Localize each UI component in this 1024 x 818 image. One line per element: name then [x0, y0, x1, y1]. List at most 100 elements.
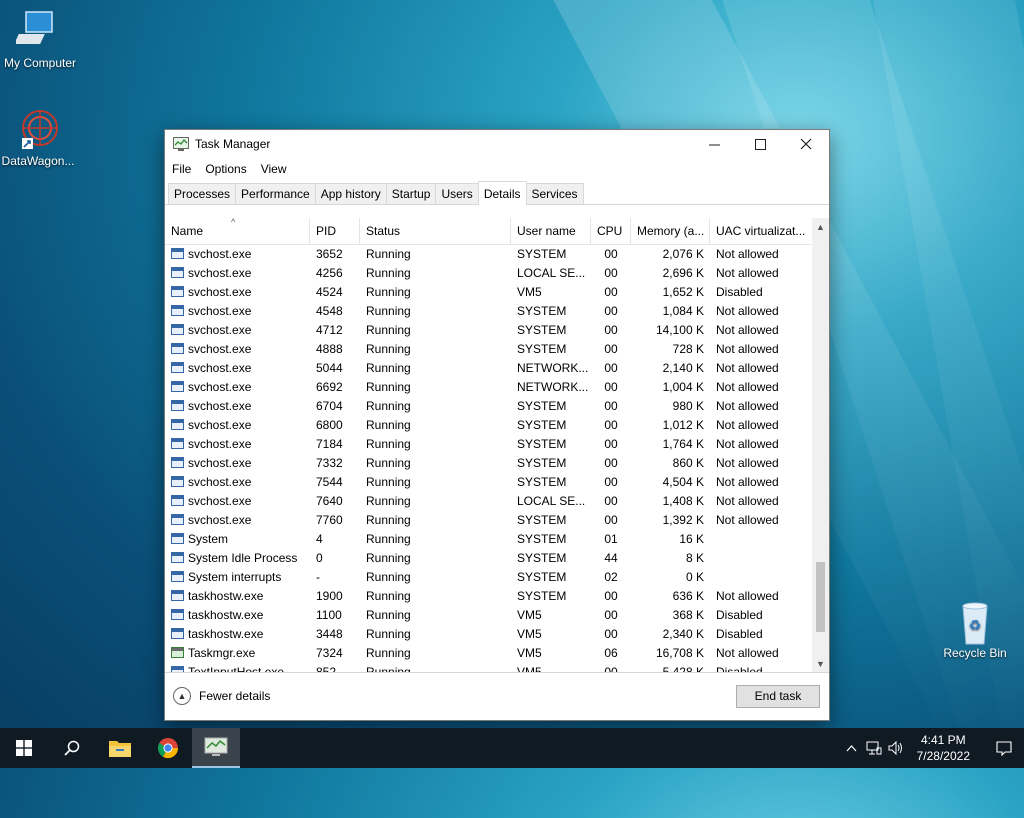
system-tray: 4:41 PM 7/28/2022 — [841, 728, 1024, 768]
notifications-button[interactable] — [984, 728, 1024, 768]
table-row[interactable]: System 4 Running SYSTEM 01 16 K — [165, 529, 811, 548]
maximize-button[interactable] — [737, 130, 783, 158]
tab-app-history[interactable]: App history — [314, 183, 387, 204]
taskbar-clock[interactable]: 4:41 PM 7/28/2022 — [917, 732, 970, 764]
cell-uac: Not allowed — [716, 493, 779, 508]
cell-name: svchost.exe — [165, 380, 310, 394]
tab-users[interactable]: Users — [435, 183, 479, 204]
minimize-button[interactable] — [691, 130, 737, 158]
table-row[interactable]: svchost.exe 7760 Running SYSTEM 00 1,392 K Not… — [165, 510, 811, 529]
scrollbar-thumb[interactable] — [816, 562, 825, 632]
cell-cpu: 02 — [604, 569, 618, 584]
search-button[interactable] — [48, 728, 96, 768]
cell-pid: 3448 — [316, 626, 343, 641]
scroll-down-icon[interactable]: ▼ — [812, 655, 829, 672]
column-header-pid[interactable]: PID — [310, 218, 360, 244]
cell-user-name: SYSTEM — [517, 474, 567, 489]
start-button[interactable] — [0, 728, 48, 768]
cell-pid: 7760 — [316, 512, 343, 527]
table-row[interactable]: svchost.exe 7640 Running LOCAL SE... 00 1,408… — [165, 491, 811, 510]
cell-name: svchost.exe — [165, 342, 310, 356]
chrome-button[interactable] — [144, 728, 192, 768]
cell-cpu: 00 — [604, 436, 618, 451]
cell-user-name: NETWORK... — [517, 360, 589, 375]
column-header-user-name[interactable]: User name — [511, 218, 591, 244]
desktop-icon-datawagon[interactable]: DataWagon... — [0, 108, 78, 168]
tab-services[interactable]: Services — [525, 183, 584, 204]
cell-pid: 7640 — [316, 493, 343, 508]
tab-performance[interactable]: Performance — [235, 183, 316, 204]
cell-uac: Disabled — [716, 284, 763, 299]
table-row[interactable]: svchost.exe 4524 Running VM5 00 1,652 K Disabl… — [165, 282, 811, 301]
end-task-button[interactable]: End task — [736, 684, 820, 708]
cell-memory: 14,100 K — [655, 322, 704, 337]
table-row[interactable]: svchost.exe 4712 Running SYSTEM 00 14,100 K No… — [165, 320, 811, 339]
table-row[interactable]: svchost.exe 6692 Running NETWORK... 00 1,004 … — [165, 377, 811, 396]
process-icon — [171, 304, 184, 316]
chevron-up-icon[interactable] — [841, 728, 863, 768]
table-row[interactable]: svchost.exe 7332 Running SYSTEM 00 860 K Not a… — [165, 453, 811, 472]
fewer-details-button[interactable]: ▲ Fewer details — [173, 687, 270, 705]
cell-memory: 1,408 K — [662, 493, 704, 508]
cell-memory: 16,708 K — [655, 645, 704, 660]
tab-startup[interactable]: Startup — [385, 183, 437, 204]
process-icon — [171, 475, 184, 487]
desktop-icon-my-computer[interactable]: My Computer — [0, 10, 80, 70]
desktop-icon-recycle-bin[interactable]: ♻ Recycle Bin — [935, 600, 1015, 660]
title-bar[interactable]: Task Manager — [165, 130, 829, 158]
cell-pid: 4888 — [316, 341, 343, 356]
table-row[interactable]: svchost.exe 7544 Running SYSTEM 00 4,504 K Not… — [165, 472, 811, 491]
cell-user-name: SYSTEM — [517, 455, 567, 470]
cell-uac: Not allowed — [716, 474, 779, 489]
table-row[interactable]: taskhostw.exe 1900 Running SYSTEM 00 636 K Not… — [165, 586, 811, 605]
column-header-memory[interactable]: Memory (a... — [631, 218, 710, 244]
table-row[interactable]: svchost.exe 6800 Running SYSTEM 00 1,012 K Not… — [165, 415, 811, 434]
vertical-scrollbar[interactable]: ▲ ▼ — [812, 218, 829, 672]
tab-details[interactable]: Details — [477, 181, 527, 205]
table-row[interactable]: svchost.exe 6704 Running SYSTEM 00 980 K Not a… — [165, 396, 811, 415]
column-header-name[interactable]: ^ Name — [165, 218, 310, 244]
cell-cpu: 00 — [604, 341, 618, 356]
column-header-cpu[interactable]: CPU — [591, 218, 631, 244]
cell-status: Running — [366, 284, 411, 299]
cell-pid: 4524 — [316, 284, 343, 299]
table-row[interactable]: System interrupts - Running SYSTEM 02 0 K — [165, 567, 811, 586]
cell-status: Running — [366, 512, 411, 527]
table-row[interactable]: svchost.exe 7184 Running SYSTEM 00 1,764 K Not… — [165, 434, 811, 453]
cell-uac: Not allowed — [716, 512, 779, 527]
datawagon-icon — [14, 108, 62, 152]
cell-status: Running — [366, 341, 411, 356]
table-row[interactable]: System Idle Process 0 Running SYSTEM 44 8 K — [165, 548, 811, 567]
table-row[interactable]: svchost.exe 3652 Running SYSTEM 00 2,076 K Not… — [165, 244, 811, 263]
table-row[interactable]: taskhostw.exe 3448 Running VM5 00 2,340 K Disa… — [165, 624, 811, 643]
file-explorer-button[interactable] — [96, 728, 144, 768]
cell-uac: Not allowed — [716, 436, 779, 451]
table-row[interactable]: Taskmgr.exe 7324 Running VM5 06 16,708 K Not a… — [165, 643, 811, 662]
close-button[interactable] — [783, 130, 829, 158]
table-row[interactable]: svchost.exe 5044 Running NETWORK... 00 2,140 … — [165, 358, 811, 377]
folder-icon — [109, 741, 131, 757]
column-header-uac-virtualization[interactable]: UAC virtualizat... — [710, 218, 811, 244]
menu-file[interactable]: File — [172, 162, 191, 176]
cell-user-name: SYSTEM — [517, 436, 567, 451]
menu-options[interactable]: Options — [205, 162, 246, 176]
cell-memory: 636 K — [672, 588, 704, 603]
svg-text:♻: ♻ — [969, 617, 982, 633]
cell-name: svchost.exe — [165, 513, 310, 527]
cell-user-name: SYSTEM — [517, 303, 567, 318]
cell-uac: Disabled — [716, 607, 763, 622]
menu-view[interactable]: View — [261, 162, 287, 176]
table-row[interactable]: svchost.exe 4256 Running LOCAL SE... 00 2,696… — [165, 263, 811, 282]
table-row[interactable]: svchost.exe 4548 Running SYSTEM 00 1,084 K Not… — [165, 301, 811, 320]
tab-processes[interactable]: Processes — [168, 183, 237, 204]
volume-icon[interactable] — [885, 728, 907, 768]
column-header-status[interactable]: Status — [360, 218, 511, 244]
sort-ascending-icon: ^ — [231, 218, 236, 227]
scroll-up-icon[interactable]: ▲ — [812, 218, 829, 235]
cell-memory: 2,140 K — [662, 360, 704, 375]
task-manager-taskbar-button[interactable] — [192, 728, 240, 768]
cell-uac: Not allowed — [716, 645, 779, 660]
table-row[interactable]: taskhostw.exe 1100 Running VM5 00 368 K Disabl… — [165, 605, 811, 624]
network-icon[interactable] — [863, 728, 885, 768]
table-row[interactable]: svchost.exe 4888 Running SYSTEM 00 728 K Not a… — [165, 339, 811, 358]
